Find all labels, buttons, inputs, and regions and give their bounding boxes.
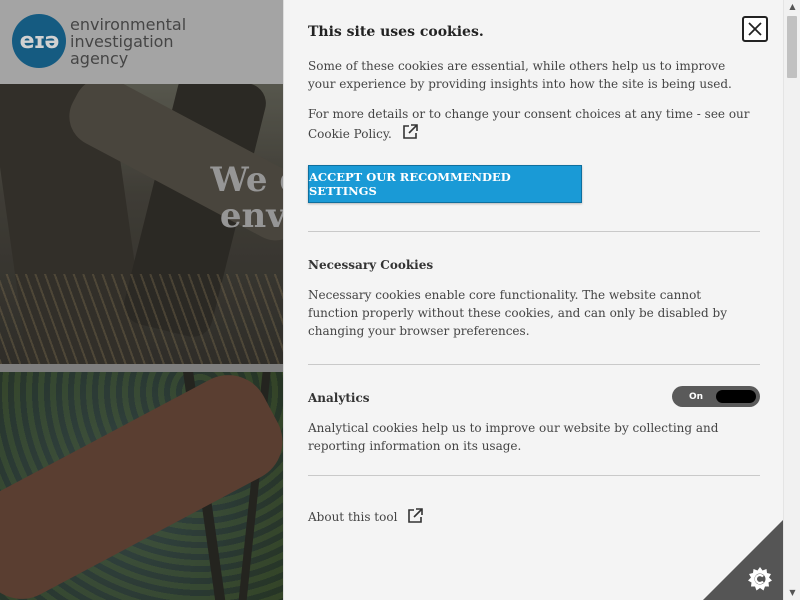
external-link-icon xyxy=(407,507,424,527)
cookie-settings-trigger[interactable] xyxy=(703,520,783,600)
cookie-panel-content: This site uses cookies. Some of these co… xyxy=(308,22,760,524)
scroll-thumb[interactable] xyxy=(787,16,797,78)
intro-text: Some of these cookies are essential, whi… xyxy=(308,59,732,91)
details-text-body: For more details or to change your conse… xyxy=(308,107,750,141)
divider xyxy=(308,231,760,232)
necessary-cookies-title: Necessary Cookies xyxy=(308,258,434,272)
about-tool-label: About this tool xyxy=(308,510,398,524)
toggle-state-label: On xyxy=(689,391,704,402)
necessary-cookies-text: Necessary cookies enable core functional… xyxy=(308,288,727,338)
analytics-toggle[interactable]: On xyxy=(672,386,760,407)
toggle-knob xyxy=(716,390,756,403)
external-link-icon[interactable] xyxy=(402,123,419,145)
cookie-consent-panel: This site uses cookies. Some of these co… xyxy=(283,0,800,600)
about-tool-link[interactable]: About this tool xyxy=(308,507,424,527)
panel-scrollbar[interactable]: ▲ ▼ xyxy=(783,0,800,600)
cookie-settings-icon xyxy=(748,567,772,591)
scroll-up-arrow[interactable]: ▲ xyxy=(784,0,800,14)
analytics-title: Analytics xyxy=(308,391,370,405)
divider xyxy=(308,364,760,365)
divider xyxy=(308,475,760,476)
accept-recommended-button[interactable]: ACCEPT OUR RECOMMENDED SETTINGS xyxy=(308,165,582,203)
details-text: For more details or to change your conse… xyxy=(308,105,760,145)
scroll-down-arrow[interactable]: ▼ xyxy=(784,586,800,600)
panel-title: This site uses cookies. xyxy=(308,24,484,40)
analytics-text: Analytical cookies help us to improve ou… xyxy=(308,421,719,453)
